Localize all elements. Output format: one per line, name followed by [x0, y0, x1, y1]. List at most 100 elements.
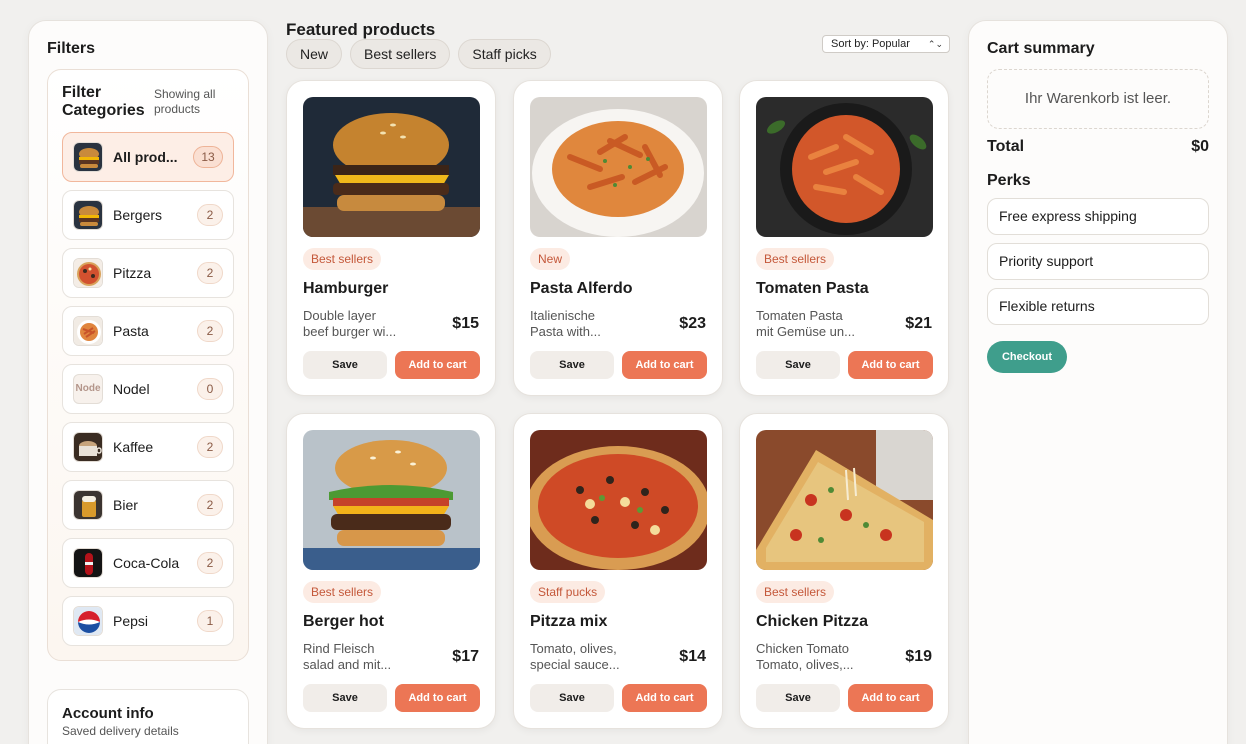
- category-count-badge: 1: [197, 610, 223, 632]
- category-count-badge: 2: [197, 436, 223, 458]
- featured-products-title: Featured products: [286, 20, 436, 39]
- cart-summary-title: Cart summary: [987, 40, 1095, 57]
- product-name: Pitzza mix: [530, 613, 608, 630]
- perk-item: Priority support: [987, 243, 1209, 280]
- category-item-pepsi[interactable]: Pepsi 1: [62, 596, 234, 646]
- category-label: Coca-Cola: [113, 555, 180, 571]
- product-card: Best sellers Hamburger Double layer beef…: [286, 80, 496, 396]
- category-item-bier[interactable]: Bier 2: [62, 480, 234, 530]
- product-name: Hamburger: [303, 280, 389, 297]
- add-to-cart-button[interactable]: Add to cart: [848, 351, 933, 379]
- product-price: $23: [679, 315, 706, 332]
- category-item-pitzza[interactable]: Pitzza 2: [62, 248, 234, 298]
- save-button[interactable]: Save: [303, 684, 387, 712]
- product-card: Staff pucks Pitzza mix Tomato, olives, s…: [513, 413, 723, 729]
- category-item-pasta[interactable]: Pasta 2: [62, 306, 234, 356]
- product-name: Tomaten Pasta: [756, 280, 869, 297]
- description-line: mit Gemüse un...: [756, 324, 855, 339]
- product-card: Best sellers Tomaten Pasta Tomaten Pasta…: [739, 80, 949, 396]
- category-count-badge: 2: [197, 552, 223, 574]
- category-count-badge: 2: [197, 204, 223, 226]
- category-item-coca-cola[interactable]: Coca-Cola 2: [62, 538, 234, 588]
- description-line: salad and mit...: [303, 657, 392, 672]
- product-name: Berger hot: [303, 613, 384, 630]
- cart-empty-message: Ihr Warenkorb ist leer.: [987, 69, 1209, 129]
- category-count-badge: 13: [193, 146, 223, 168]
- burger-thumb-icon: [73, 142, 103, 172]
- category-item-kaffee[interactable]: Kaffee 2: [62, 422, 234, 472]
- tab-new[interactable]: New: [286, 39, 343, 69]
- category-list: All prod... 13 Bergers 2 Pitzza 2 Pasta …: [62, 132, 234, 654]
- filter-categories-card: Filter Categories Showing all products A…: [47, 69, 249, 661]
- product-price: $17: [452, 648, 479, 665]
- category-count-badge: 2: [197, 262, 223, 284]
- category-count-badge: 0: [197, 378, 223, 400]
- pizza-image: [756, 430, 933, 570]
- product-card: Best sellers Chicken Pitzza Chicken Toma…: [739, 413, 949, 729]
- product-description: Rind Fleisch salad and mit...: [303, 641, 407, 673]
- add-to-cart-button[interactable]: Add to cart: [622, 351, 707, 379]
- pizza-image: [530, 430, 707, 570]
- category-label: All prod...: [113, 149, 178, 165]
- add-to-cart-button[interactable]: Add to cart: [622, 684, 707, 712]
- tab-staff-picks[interactable]: Staff picks: [458, 39, 551, 69]
- beer-thumb-icon: [73, 490, 103, 520]
- chevron-updown-icon: ⌃⌄: [927, 39, 943, 49]
- product-card: New Pasta Alferdo Italienische Pasta wit…: [513, 80, 723, 396]
- perks-title: Perks: [987, 172, 1031, 189]
- description-line: special sauce...: [530, 657, 620, 672]
- product-badge: New: [530, 248, 571, 270]
- category-label: Bier: [113, 497, 138, 513]
- product-badge: Staff pucks: [530, 581, 606, 603]
- cart-summary-panel: Cart summary Ihr Warenkorb ist leer. Tot…: [968, 20, 1228, 744]
- category-item-nodel[interactable]: Node Nodel 0: [62, 364, 234, 414]
- account-info-card[interactable]: Account info Saved delivery details: [47, 689, 249, 744]
- checkout-button[interactable]: Checkout: [987, 341, 1067, 373]
- product-description: Chicken Tomato Tomato, olives,...: [756, 641, 860, 673]
- category-label: Pasta: [113, 323, 149, 339]
- description-line: Rind Fleisch: [303, 641, 375, 656]
- add-to-cart-button[interactable]: Add to cart: [395, 684, 480, 712]
- tab-best-sellers[interactable]: Best sellers: [350, 39, 451, 69]
- save-button[interactable]: Save: [530, 351, 614, 379]
- save-button[interactable]: Save: [303, 351, 387, 379]
- product-badge: Best sellers: [756, 248, 835, 270]
- add-to-cart-button[interactable]: Add to cart: [848, 684, 933, 712]
- pizza-thumb-icon: [73, 258, 103, 288]
- product-name: Chicken Pitzza: [756, 613, 869, 630]
- account-info-subtitle: Saved delivery details: [62, 724, 179, 738]
- product-badge: Best sellers: [756, 581, 835, 603]
- product-price: $19: [905, 648, 932, 665]
- description-line: Tomato, olives,: [530, 641, 617, 656]
- description-line: beef burger wi...: [303, 324, 397, 339]
- category-label: Pitzza: [113, 265, 152, 281]
- sort-select-value: Sort by: Popular: [831, 38, 910, 50]
- add-to-cart-button[interactable]: Add to cart: [395, 351, 480, 379]
- product-description: Tomaten Pasta mit Gemüse un...: [756, 308, 860, 340]
- node-placeholder-icon: Node: [73, 374, 103, 404]
- product-description: Tomato, olives, special sauce...: [530, 641, 634, 673]
- product-badge: Best sellers: [303, 581, 382, 603]
- total-label: Total: [987, 138, 1025, 155]
- save-button[interactable]: Save: [530, 684, 614, 712]
- filter-status-text: Showing all products: [154, 87, 216, 116]
- description-line: Double layer: [303, 308, 376, 323]
- description-line: Italienische: [530, 308, 596, 323]
- account-info-title: Account info: [62, 705, 154, 722]
- pasta-thumb-icon: [73, 316, 103, 346]
- category-item-bergers[interactable]: Bergers 2: [62, 190, 234, 240]
- cola-thumb-icon: [73, 548, 103, 578]
- sort-select[interactable]: Sort by: Popular ⌃⌄: [822, 35, 950, 53]
- perk-item: Flexible returns: [987, 288, 1209, 325]
- pasta-plate-image: [530, 97, 707, 237]
- save-button[interactable]: Save: [756, 684, 840, 712]
- product-description: Double layer beef burger wi...: [303, 308, 407, 340]
- description-line: Tomato, olives,...: [756, 657, 854, 672]
- product-description: Italienische Pasta with...: [530, 308, 634, 340]
- save-button[interactable]: Save: [756, 351, 840, 379]
- description-line: Tomaten Pasta: [756, 308, 843, 323]
- product-price: $21: [905, 315, 932, 332]
- burger-image: [303, 430, 480, 570]
- category-item-all-products[interactable]: All prod... 13: [62, 132, 234, 182]
- product-filter-tabs: New Best sellers Staff picks: [286, 39, 551, 69]
